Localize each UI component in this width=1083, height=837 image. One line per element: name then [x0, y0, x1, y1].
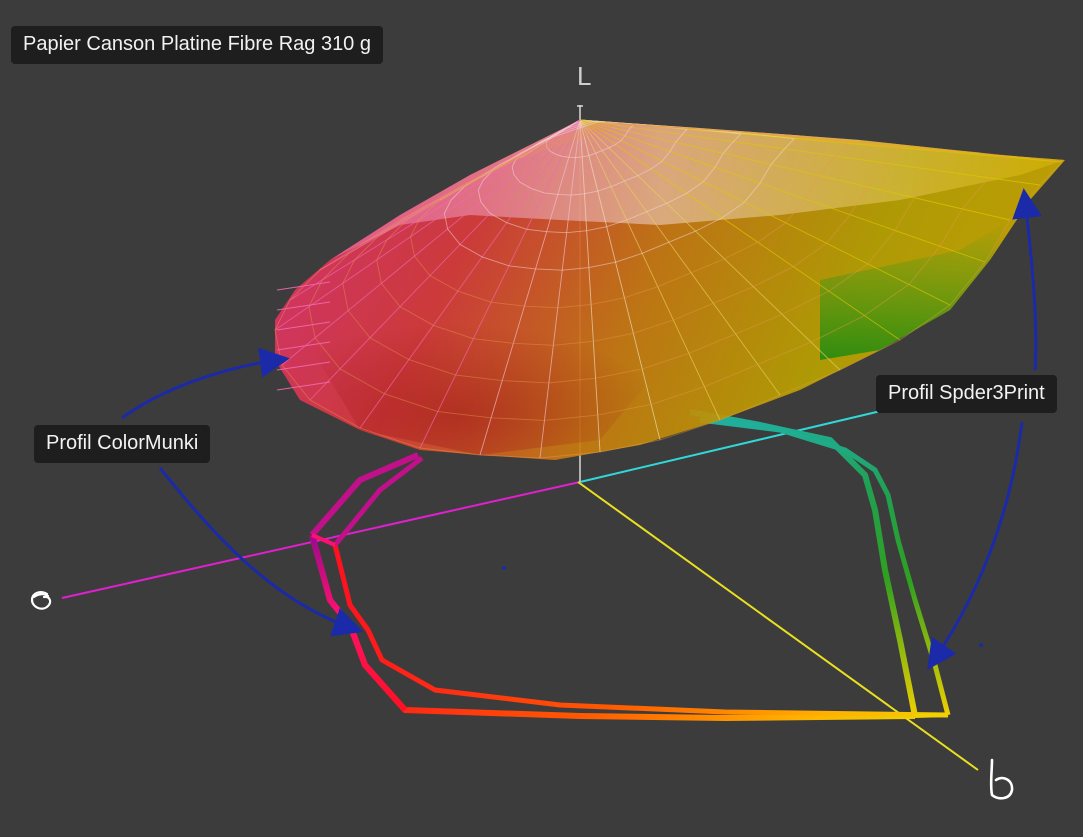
axis-letter-a-text: a [36, 609, 37, 611]
spyder-arrow-up [1012, 188, 1042, 371]
spyder-profile-label: Profil Spder3Print [876, 375, 1057, 413]
gamut-viewer: a b L Papier Canson Platine Fibre Rag 31… [0, 0, 1083, 837]
spyder-arrow-down [927, 421, 1024, 670]
colormunki-arrow-down [158, 467, 364, 637]
axis-letter-a [30, 591, 52, 610]
axis-letter-b-text: b [995, 794, 996, 796]
title-label: Papier Canson Platine Fibre Rag 310 g [11, 26, 383, 64]
colormunki-arrow-up [121, 347, 290, 420]
gamut-3d-plot: a b L [30, 61, 1065, 800]
b-axis-line [577, 481, 979, 771]
axis-letter-l: L [577, 61, 591, 91]
colormunki-profile-label: Profil ColorMunki [34, 425, 211, 463]
axis-letter-b [989, 758, 1014, 800]
